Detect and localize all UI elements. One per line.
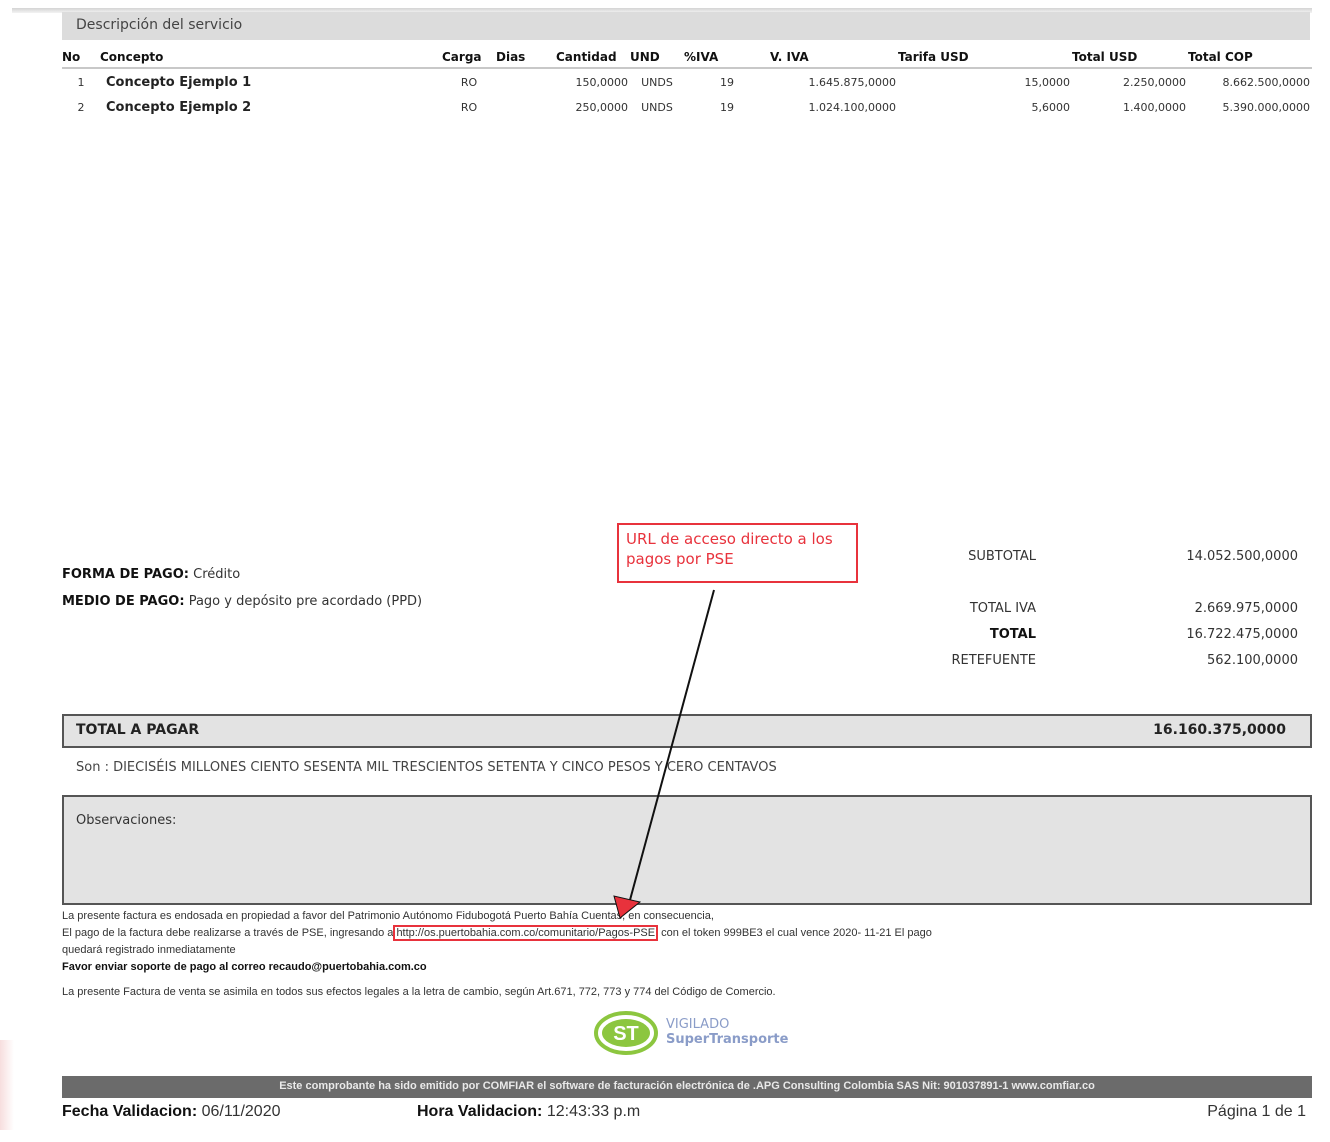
retefuente-row: RETEFUENTE 562.100,0000 (900, 653, 1300, 675)
cell-total-usd: 1.400,0000 (1123, 101, 1186, 114)
col-header: Tarifa USD (898, 46, 1072, 69)
col-header: Carga (442, 46, 496, 69)
pse-note-suffix: con el token 999BE3 el cual vence 2020- … (661, 927, 932, 939)
total-value: 16.722.475,0000 (1186, 627, 1298, 642)
cell-tarifa-usd: 15,0000 (1024, 76, 1071, 89)
col-header: UND (630, 46, 684, 69)
pse-payment-note: El pago de la factura debe realizarse a … (62, 925, 1212, 942)
subtotal-row: SUBTOTAL 14.052.500,0000 (900, 549, 1300, 571)
retefuente-value: 562.100,0000 (1207, 653, 1298, 668)
table-row: 2 Concepto Ejemplo 2 RO 250,0000 UNDS 19… (62, 94, 1312, 119)
table-header-row: No Concepto Carga Dias Cantidad UND %IVA… (62, 46, 1312, 69)
page-number: Página 1 de 1 (1207, 1103, 1306, 1120)
endorsement-note: La presente factura es endosada en propi… (62, 910, 714, 922)
cell-iva-pct: 19 (720, 76, 734, 89)
cell-total-cop: 8.662.500,0000 (1222, 76, 1310, 89)
fecha-validacion: Fecha Validacion: 06/11/2020 (62, 1103, 281, 1121)
page-edge-mark (0, 1040, 14, 1130)
support-email-note: Favor enviar soporte de pago al correo r… (62, 961, 427, 973)
cell-v-iva: 1.645.875,0000 (808, 76, 896, 89)
hora-validacion-label: Hora Validacion: (417, 1103, 543, 1120)
supertransporte-text: SuperTransporte (666, 1032, 789, 1047)
legal-note: La presente Factura de venta se asimila … (62, 986, 776, 998)
total-a-pagar-value: 16.160.375,0000 (1153, 722, 1286, 738)
amount-in-words: Son : DIECISÉIS MILLONES CIENTO SESENTA … (76, 760, 777, 775)
cell-und: UNDS (641, 101, 673, 114)
total-label: TOTAL (989, 627, 1036, 642)
subtotal-label: SUBTOTAL (968, 549, 1036, 564)
medio-de-pago-label: MEDIO DE PAGO: (62, 594, 185, 609)
payment-info: FORMA DE PAGO: Crédito MEDIO DE PAGO: Pa… (62, 561, 422, 615)
cell-carga: RO (460, 101, 478, 114)
medio-de-pago: MEDIO DE PAGO: Pago y depósito pre acord… (62, 588, 422, 615)
medio-de-pago-value: Pago y depósito pre acordado (PPD) (188, 594, 423, 609)
vigilado-text: VIGILADO (666, 1017, 730, 1032)
total-a-pagar-bar: TOTAL A PAGAR 16.160.375,0000 (62, 714, 1312, 748)
retefuente-label: RETEFUENTE (951, 653, 1037, 668)
cell-cantidad: 150,0000 (575, 76, 629, 89)
pse-annotation-callout: URL de acceso directo a los pagos por PS… (617, 523, 858, 583)
logo-text: ST (613, 1023, 639, 1045)
hora-validacion: Hora Validacion: 12:43:33 p.m (417, 1103, 640, 1121)
section-header: Descripción del servicio (62, 12, 1310, 40)
total-iva-label: TOTAL IVA (969, 601, 1036, 616)
forma-de-pago-label: FORMA DE PAGO: (62, 567, 189, 582)
col-header: Dias (496, 46, 556, 69)
cell-cantidad: 250,0000 (575, 101, 629, 114)
table-row: 1 Concepto Ejemplo 1 RO 150,0000 UNDS 19… (62, 68, 1312, 94)
pse-note-prefix: El pago de la factura debe realizarse a … (62, 927, 394, 939)
pse-payment-link[interactable]: http://os.puertobahia.com.co/comunitario… (393, 925, 659, 941)
total-a-pagar-label: TOTAL A PAGAR (76, 722, 200, 738)
cell-und: UNDS (641, 76, 673, 89)
cell-dias (496, 68, 556, 94)
col-header: V. IVA (770, 46, 898, 69)
col-header: Total USD (1072, 46, 1188, 69)
supertransporte-logo-icon: ST (594, 1011, 658, 1055)
items-table: No Concepto Carga Dias Cantidad UND %IVA… (62, 46, 1312, 119)
subtotal-value: 14.052.500,0000 (1186, 549, 1298, 564)
registration-note: quedará registrado inmediatamente (62, 944, 236, 956)
forma-de-pago: FORMA DE PAGO: Crédito (62, 561, 422, 588)
total-iva-value: 2.669.975,0000 (1194, 601, 1298, 616)
observaciones-box: Observaciones: (62, 795, 1312, 905)
cell-dias (496, 94, 556, 119)
total-iva-row: TOTAL IVA 2.669.975,0000 (900, 601, 1300, 623)
payment-notes: La presente factura es endosada en propi… (62, 908, 1212, 976)
col-header: %IVA (684, 46, 770, 69)
cell-no: 1 (77, 76, 85, 89)
cell-carga: RO (460, 76, 478, 89)
forma-de-pago-value: Crédito (193, 567, 241, 582)
total-row: TOTAL 16.722.475,0000 (900, 627, 1300, 649)
fecha-validacion-label: Fecha Validacion: (62, 1103, 198, 1120)
cell-total-cop: 5.390.000,0000 (1222, 101, 1310, 114)
cell-no: 2 (77, 101, 85, 114)
col-header: Cantidad (556, 46, 630, 69)
cell-tarifa-usd: 5,6000 (1031, 101, 1071, 114)
cell-concepto: Concepto Ejemplo 2 (106, 100, 252, 115)
col-header: Concepto (100, 46, 442, 69)
cell-total-usd: 2.250,0000 (1123, 76, 1186, 89)
cell-iva-pct: 19 (720, 101, 734, 114)
fecha-validacion-value: 06/11/2020 (201, 1103, 281, 1120)
col-header: No (62, 46, 100, 69)
cell-concepto: Concepto Ejemplo 1 (106, 75, 252, 90)
hora-validacion-value: 12:43:33 p.m (546, 1103, 641, 1120)
observaciones-label: Observaciones: (76, 813, 177, 828)
comfiar-footer-bar: Este comprobante ha sido emitido por COM… (62, 1076, 1312, 1098)
col-header: Total COP (1188, 46, 1312, 69)
cell-v-iva: 1.024.100,0000 (808, 101, 896, 114)
